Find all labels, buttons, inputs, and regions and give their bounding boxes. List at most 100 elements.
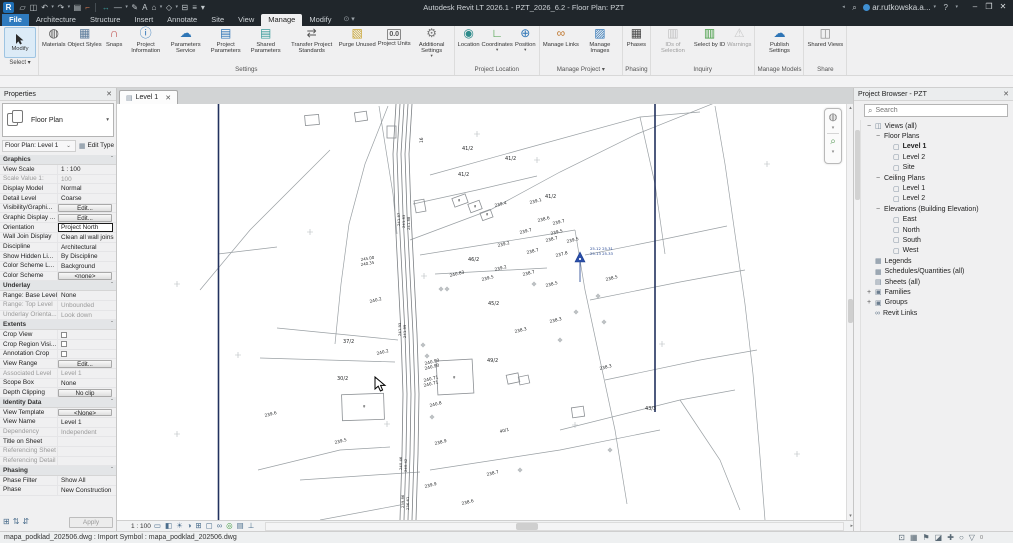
user-account-chip[interactable]: ar.rutkowska.a... ▾	[863, 3, 937, 12]
property-value[interactable]: None	[57, 291, 116, 300]
project-parameters-button[interactable]: ▤ Project Parameters	[206, 26, 246, 55]
purge-unused-button[interactable]: ▧ Purge Unused	[338, 26, 377, 49]
tree-item-level-2[interactable]: ▢ Level 2	[866, 152, 1013, 162]
tree-expander[interactable]: −	[875, 206, 881, 213]
property-button-color-scheme[interactable]: <none>	[58, 272, 112, 280]
property-value[interactable]: 1 : 100	[57, 165, 116, 174]
panel-label-settings[interactable]: Settings	[41, 65, 452, 75]
vertical-scrollbar[interactable]: ▴ ▾	[846, 104, 853, 520]
tab-view[interactable]: View	[231, 14, 261, 26]
thin-lines-icon[interactable]: ≡	[191, 2, 199, 13]
detail-level-icon[interactable]: ▭	[154, 521, 161, 531]
panel-label-manage-project[interactable]: Manage Project ▾	[542, 65, 620, 75]
property-value[interactable]: Clean all wall joins	[57, 232, 116, 242]
select-links-icon[interactable]: ⊡	[898, 532, 905, 543]
collapse-icon[interactable]: ˆ	[111, 398, 113, 408]
tag-icon[interactable]: ◇	[164, 2, 173, 13]
view-scale-label[interactable]: 1 : 100	[131, 523, 151, 530]
section-icon[interactable]: ⊟	[180, 2, 190, 13]
close-icon[interactable]: ✕	[1003, 90, 1009, 98]
title-left-arrow-icon[interactable]: ◂	[841, 4, 846, 10]
dropdown-arrow-icon[interactable]: ▾	[124, 4, 129, 10]
type-selector[interactable]: Floor Plan ▾	[2, 103, 114, 137]
object-styles-button[interactable]: ▦ Object Styles	[67, 26, 103, 49]
publish-settings-button[interactable]: ☁ Publish Settings	[759, 26, 799, 55]
shadows-icon[interactable]: ◑	[187, 521, 192, 531]
property-value[interactable]: New Construction	[57, 485, 116, 495]
restore-button[interactable]: ❐	[982, 0, 996, 14]
scrollbar-thumb[interactable]	[516, 522, 539, 530]
manage-links-button[interactable]: ∞ Manage Links	[542, 26, 580, 49]
close-button[interactable]: ✕	[996, 0, 1010, 14]
property-button-visibility-graphi[interactable]: Edit...	[58, 204, 112, 212]
warnings-button[interactable]: ⚠ Warnings	[726, 26, 752, 49]
tree-item-level-1[interactable]: ▢ Level 1	[866, 183, 1013, 193]
collapse-icon[interactable]: ˆ	[111, 466, 113, 476]
sort-ascending-icon[interactable]: ⇅	[13, 517, 20, 527]
location-button[interactable]: ◉ Location	[457, 26, 481, 49]
project-browser-header[interactable]: Project Browser - PZT ✕	[854, 88, 1013, 101]
tree-item-schedules-quantities-all[interactable]: ▦ Schedules/Quantities (all)	[866, 266, 1013, 276]
property-value[interactable]: Coarse	[57, 194, 116, 203]
property-button-graphic-display[interactable]: Edit...	[58, 213, 112, 222]
steering-wheel-icon[interactable]: ◍	[829, 112, 838, 123]
dropdown-arrow-icon[interactable]: ▾	[174, 4, 179, 10]
temporary-view-properties-icon[interactable]: ▤	[237, 521, 244, 531]
scroll-up-icon[interactable]: ▴	[847, 104, 853, 112]
browser-search-box[interactable]: ⌕	[864, 104, 1008, 117]
apply-button[interactable]: Apply	[69, 516, 113, 528]
tree-item-level-2[interactable]: ▢ Level 2	[866, 194, 1013, 204]
phases-button[interactable]: ▦ Phases	[625, 26, 648, 49]
property-value[interactable]: By Discipline	[57, 252, 116, 261]
model-line-icon[interactable]: —	[112, 2, 123, 13]
tree-item-south[interactable]: ▢ South	[866, 235, 1013, 245]
tree-item-groups[interactable]: + ▣ Groups	[866, 298, 1013, 308]
property-button-view-template[interactable]: <None>	[58, 408, 112, 417]
select-underlay-icon[interactable]: ▦	[910, 532, 918, 543]
property-value[interactable]: None	[57, 378, 116, 388]
tree-item-families[interactable]: + ▣ Families	[866, 287, 1013, 297]
measure-icon[interactable]: ⌐	[84, 2, 92, 13]
shared-parameters-button[interactable]: ▤ Shared Parameters	[246, 26, 286, 55]
tree-expander[interactable]: −	[875, 133, 881, 140]
customize-qat-icon[interactable]: ▾	[199, 2, 206, 13]
panel-label-phasing[interactable]: Phasing	[625, 65, 648, 75]
background-process-icon[interactable]: ○	[959, 532, 964, 543]
open-icon[interactable]: ▱	[18, 2, 27, 13]
tab-architecture[interactable]: Architecture	[29, 14, 83, 26]
close-view-icon[interactable]: ✕	[165, 94, 171, 102]
dropdown-arrow-icon[interactable]: ▾	[67, 4, 72, 10]
shared-views-button[interactable]: ◫ Shared Views	[806, 26, 844, 49]
tree-expander[interactable]: −	[866, 123, 872, 130]
zoom-icon[interactable]: ⌕	[830, 136, 836, 147]
snaps-button[interactable]: ∩ Snaps	[103, 26, 126, 49]
visual-style-icon[interactable]: ◧	[165, 521, 172, 531]
save-icon[interactable]: ◫	[28, 2, 39, 13]
checkbox-crop-region-visi[interactable]	[61, 341, 67, 348]
redo-icon[interactable]: ↷	[56, 2, 66, 13]
minimize-button[interactable]: –	[968, 0, 982, 14]
modify-button[interactable]: Modify	[4, 27, 36, 58]
ids-of-selection-button[interactable]: ▥ IDs of Selection	[653, 26, 693, 55]
section-header-phasing[interactable]: Phasing ˆ	[0, 466, 116, 477]
default-3d-view-icon[interactable]: ⌂	[150, 2, 158, 13]
edit-type-button[interactable]: ▦ Edit Type	[76, 142, 114, 150]
tab-file[interactable]: File	[2, 14, 29, 26]
temporary-hide-isolate-icon[interactable]: ∞	[217, 521, 222, 531]
tree-item-views-all[interactable]: − ◫ Views (all)	[866, 121, 1013, 131]
scroll-right-icon[interactable]: ▸	[850, 522, 853, 531]
checkbox-annotation-crop[interactable]	[61, 351, 67, 358]
properties-help-icon[interactable]: ⊞	[3, 517, 10, 527]
tree-item-ceiling-plans[interactable]: − Ceiling Plans	[866, 173, 1013, 183]
select-by-id-button[interactable]: ▥ Select by ID	[693, 26, 726, 49]
help-dropdown-icon[interactable]: ▾	[954, 4, 959, 10]
property-value[interactable]: Normal	[57, 184, 116, 194]
drawing-area[interactable]: 41/2 41/2 41/2 41/2 239.1 239.4 238.6 239.7 239.…	[117, 104, 853, 520]
drag-on-selection-icon[interactable]: ✚	[947, 532, 954, 543]
detail-line-icon[interactable]: ✎	[130, 2, 140, 13]
materials-button[interactable]: ◍ Materials	[41, 26, 67, 49]
checkbox-crop-view[interactable]	[61, 331, 67, 338]
tree-item-revit-links[interactable]: ∞ Revit Links	[866, 308, 1013, 318]
ribbon-display-toggle-icon[interactable]: ⊙ ▾	[338, 14, 359, 26]
print-icon[interactable]: ▤	[72, 2, 83, 13]
